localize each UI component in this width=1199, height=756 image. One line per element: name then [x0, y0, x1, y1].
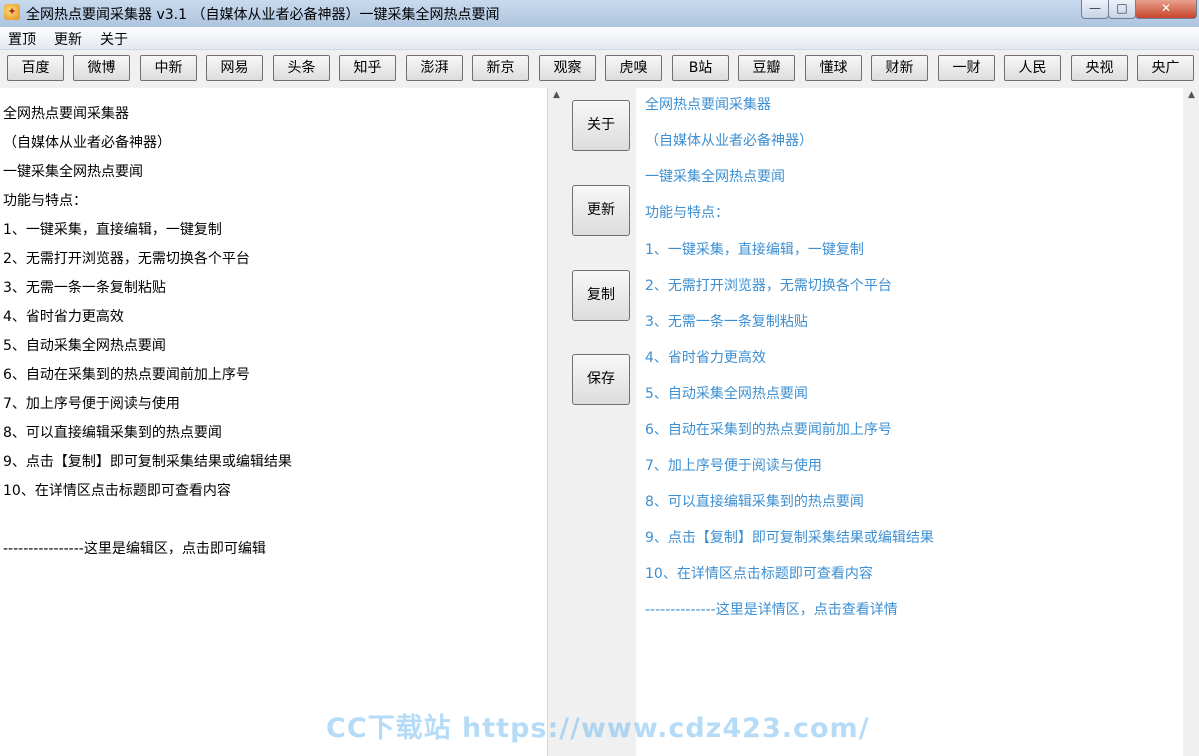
detail-link[interactable]: 10、在详情区点击标题即可查看内容: [645, 563, 873, 583]
window-title: 全网热点要闻采集器 v3.1 （自媒体从业者必备神器）一键采集全网热点要闻: [26, 7, 500, 23]
source-toolbar: 百度 微博 中新 网易 头条 知乎 澎湃 新京 观察 虎嗅 B站 豆瓣 懂球 财…: [0, 50, 1199, 86]
watermark: CC下载站 https://www.cdz423.com/: [326, 713, 870, 744]
editor-line: 3、无需一条一条复制粘贴: [3, 280, 166, 296]
source-button-weibo[interactable]: 微博: [73, 55, 130, 81]
detail-link[interactable]: 7、加上序号便于阅读与使用: [645, 455, 822, 475]
edit-area[interactable]: 全网热点要闻采集器 （自媒体从业者必备神器） 一键采集全网热点要闻 功能与特点：…: [0, 88, 548, 756]
editor-line: 8、可以直接编辑采集到的热点要闻: [3, 425, 222, 441]
editor-footer: ----------------这里是编辑区，点击即可编辑: [3, 541, 266, 557]
editor-line: 全网热点要闻采集器: [3, 106, 129, 122]
detail-link[interactable]: 3、无需一条一条复制粘贴: [645, 311, 808, 331]
detail-link[interactable]: 1、一键采集，直接编辑，一键复制: [645, 239, 864, 259]
editor-line: 4、省时省力更高效: [3, 309, 124, 325]
source-button-toutiao[interactable]: 头条: [273, 55, 330, 81]
detail-link[interactable]: 6、自动在采集到的热点要闻前加上序号: [645, 419, 892, 439]
source-button-guancha[interactable]: 观察: [539, 55, 596, 81]
editor-scrollbar[interactable]: ▲: [548, 88, 565, 756]
detail-scrollbar[interactable]: ▲: [1183, 88, 1199, 756]
detail-link[interactable]: 功能与特点：: [645, 202, 729, 222]
source-button-baidu[interactable]: 百度: [7, 55, 64, 81]
maximize-button[interactable]: □: [1108, 0, 1136, 19]
source-button-zhihu[interactable]: 知乎: [339, 55, 396, 81]
source-button-caixin[interactable]: 财新: [871, 55, 928, 81]
editor-line: 2、无需打开浏览器，无需切换各个平台: [3, 251, 250, 267]
menu-update[interactable]: 更新: [53, 29, 83, 49]
source-button-cnr[interactable]: 央广: [1137, 55, 1194, 81]
detail-link[interactable]: 5、自动采集全网热点要闻: [645, 383, 808, 403]
source-button-pengpai[interactable]: 澎湃: [406, 55, 463, 81]
update-button[interactable]: 更新: [572, 185, 630, 236]
title-bar[interactable]: ✦ 全网热点要闻采集器 v3.1 （自媒体从业者必备神器）一键采集全网热点要闻 …: [0, 0, 1199, 28]
about-button[interactable]: 关于: [572, 100, 630, 151]
detail-area: 全网热点要闻采集器 （自媒体从业者必备神器） 一键采集全网热点要闻 功能与特点：…: [636, 88, 1183, 756]
source-button-dongqiu[interactable]: 懂球: [805, 55, 862, 81]
editor-line: 一键采集全网热点要闻: [3, 164, 143, 180]
source-button-bilibili[interactable]: B站: [672, 55, 729, 81]
editor-line: （自媒体从业者必备神器）: [3, 135, 171, 151]
detail-link[interactable]: 全网热点要闻采集器: [645, 94, 771, 114]
detail-link[interactable]: 4、省时省力更高效: [645, 347, 766, 367]
detail-link[interactable]: 2、无需打开浏览器，无需切换各个平台: [645, 275, 892, 295]
editor-line: 9、点击【复制】即可复制采集结果或编辑结果: [3, 454, 292, 470]
editor-line: 1、一键采集，直接编辑，一键复制: [3, 222, 222, 238]
copy-button[interactable]: 复制: [572, 270, 630, 321]
editor-line: 功能与特点：: [3, 193, 87, 209]
app-icon: ✦: [4, 4, 20, 20]
menu-pin[interactable]: 置顶: [7, 29, 37, 49]
editor-line: 7、加上序号便于阅读与使用: [3, 396, 180, 412]
source-button-yicai[interactable]: 一财: [938, 55, 995, 81]
editor-line: 6、自动在采集到的热点要闻前加上序号: [3, 367, 250, 383]
editor-line: 10、在详情区点击标题即可查看内容: [3, 483, 231, 499]
detail-link[interactable]: 8、可以直接编辑采集到的热点要闻: [645, 491, 864, 511]
detail-link[interactable]: （自媒体从业者必备神器）: [645, 130, 813, 150]
menu-bar: 置顶 更新 关于: [0, 27, 1199, 50]
detail-link[interactable]: 一键采集全网热点要闻: [645, 166, 785, 186]
editor-line: 5、自动采集全网热点要闻: [3, 338, 166, 354]
scroll-up-icon[interactable]: ▲: [548, 90, 565, 100]
source-button-zhongxin[interactable]: 中新: [140, 55, 197, 81]
detail-footer[interactable]: --------------这里是详情区，点击查看详情: [645, 599, 898, 619]
save-button[interactable]: 保存: [572, 354, 630, 405]
source-button-xinjing[interactable]: 新京: [472, 55, 529, 81]
source-button-renmin[interactable]: 人民: [1004, 55, 1061, 81]
close-button[interactable]: ✕: [1135, 0, 1197, 19]
detail-link[interactable]: 9、点击【复制】即可复制采集结果或编辑结果: [645, 527, 934, 547]
source-button-douban[interactable]: 豆瓣: [738, 55, 795, 81]
source-button-wangyi[interactable]: 网易: [206, 55, 263, 81]
minimize-button[interactable]: —: [1081, 0, 1109, 19]
scroll-up-icon[interactable]: ▲: [1183, 90, 1199, 100]
source-button-cctv[interactable]: 央视: [1071, 55, 1128, 81]
menu-about[interactable]: 关于: [99, 29, 129, 49]
source-button-huxiu[interactable]: 虎嗅: [605, 55, 662, 81]
